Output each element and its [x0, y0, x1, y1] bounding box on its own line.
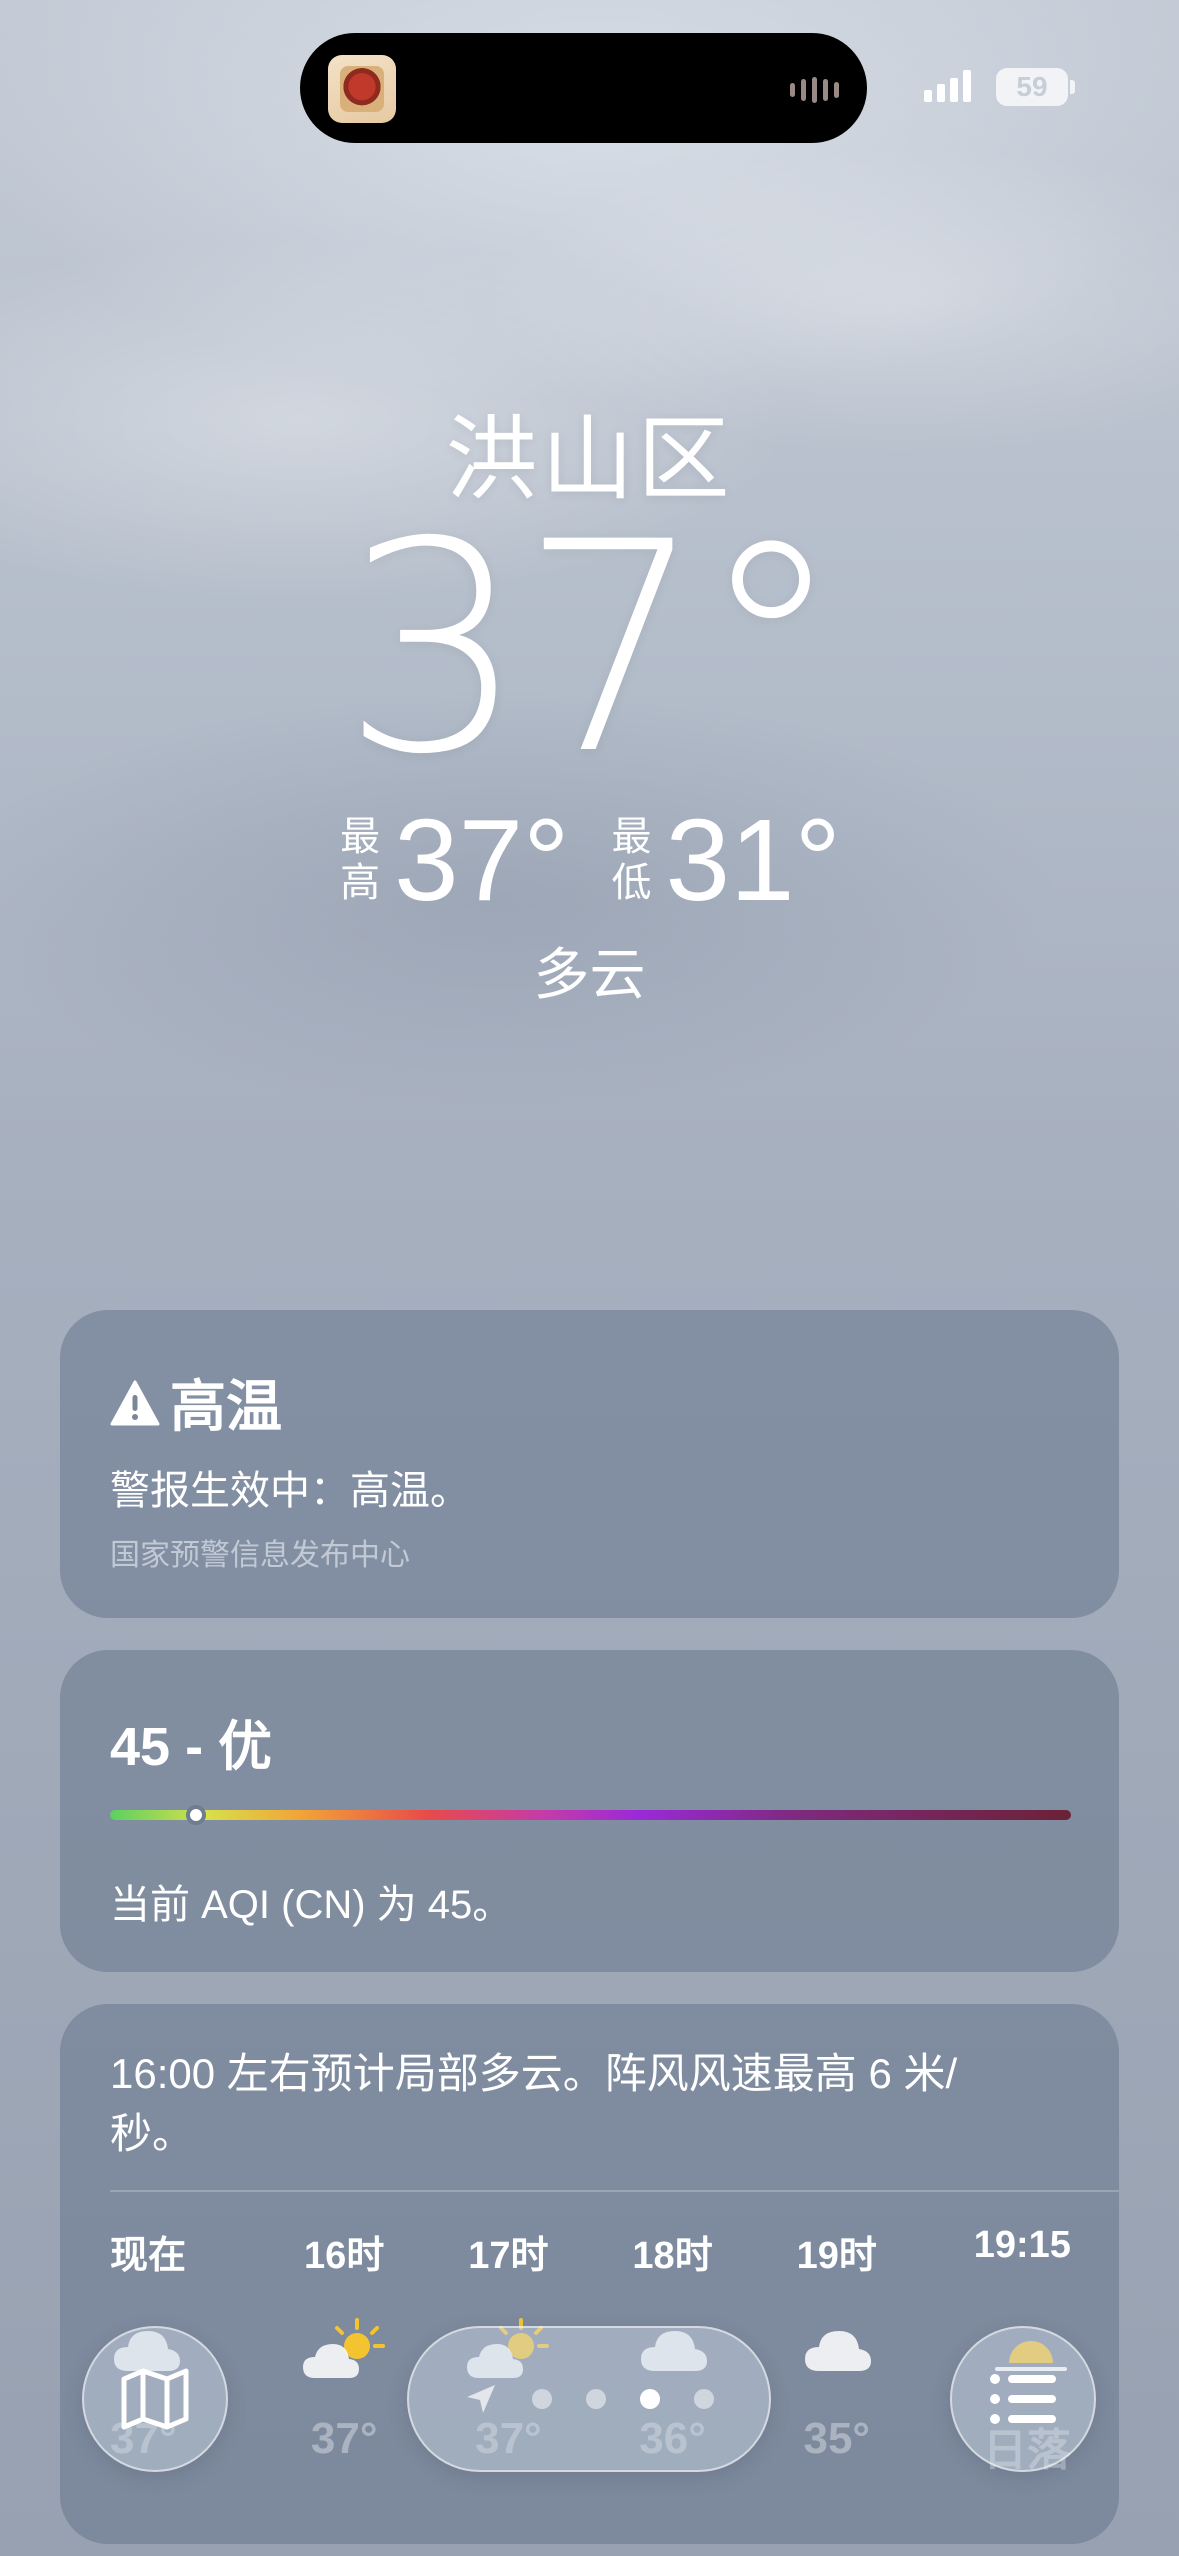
- severe-weather-alert-card[interactable]: 高温 警报生效中：高温。 国家预警信息发布中心: [60, 1310, 1119, 1618]
- hour-temperature: 37°: [310, 2414, 378, 2463]
- partly-sunny-icon: [301, 2284, 387, 2414]
- divider: [110, 2190, 1119, 2192]
- page-dot[interactable]: [640, 2389, 660, 2409]
- locations-list-button[interactable]: [950, 2326, 1096, 2472]
- alert-message: 警报生效中：高温。: [110, 1469, 470, 1513]
- hour-time: 17时: [468, 2235, 549, 2277]
- hour-time: 19时: [796, 2235, 877, 2277]
- hour-temperature: 35°: [803, 2414, 871, 2463]
- page-dot[interactable]: [586, 2389, 606, 2409]
- warning-icon: [110, 1380, 160, 1425]
- map-button[interactable]: [82, 2326, 228, 2472]
- weather-condition: 多云: [533, 943, 646, 1006]
- page-dot[interactable]: [694, 2389, 714, 2409]
- hourly-item: 19时 35°: [767, 2224, 907, 2478]
- alert-title-text: 高温: [170, 1375, 282, 1438]
- alert-title: 高温: [110, 1362, 282, 1443]
- hourly-item: 16时 37°: [274, 2224, 414, 2478]
- cellular-signal-icon: [924, 70, 971, 102]
- aqi-indicator-dot: [186, 1805, 207, 1825]
- list-icon: [990, 2374, 1056, 2424]
- aqi-title: 45 - 优: [110, 1717, 273, 1777]
- cloud-icon: [801, 2284, 873, 2414]
- page-dot[interactable]: [532, 2389, 552, 2409]
- low-label: 最低: [611, 815, 652, 905]
- high-temperature: 37°: [394, 795, 570, 925]
- map-icon: [121, 2368, 189, 2430]
- aqi-scale-bar: [110, 1805, 1071, 1825]
- battery-indicator: 59: [996, 68, 1068, 106]
- emblem-icon: [340, 66, 384, 112]
- current-temperature: 37°: [341, 481, 843, 818]
- hour-time: 16时: [304, 2235, 385, 2277]
- location-page-indicator[interactable]: [407, 2326, 771, 2472]
- dynamic-island[interactable]: [300, 33, 867, 143]
- high-low-temperatures: 最高 37° 最低 31°: [0, 800, 1179, 920]
- low-temperature: 31°: [665, 795, 841, 925]
- hour-time: 19:15: [973, 2224, 1071, 2266]
- hourly-summary: 16:00 左右预计局部多云。阵风风速最高 6 米/秒。: [110, 2050, 958, 2157]
- high-label: 最高: [340, 815, 381, 905]
- location-arrow-icon: [467, 2385, 495, 2413]
- battery-tip: [1070, 80, 1075, 94]
- hour-time: 18时: [632, 2235, 713, 2277]
- alert-source: 国家预警信息发布中心: [110, 1539, 410, 1572]
- hour-time: 现在: [110, 2235, 187, 2277]
- aqi-description: 当前 AQI (CN) 为 45。: [110, 1883, 513, 1927]
- air-quality-card[interactable]: 45 - 优 当前 AQI (CN) 为 45。: [60, 1650, 1119, 1972]
- app-icon[interactable]: [328, 55, 396, 123]
- audio-wave-icon: [790, 77, 839, 103]
